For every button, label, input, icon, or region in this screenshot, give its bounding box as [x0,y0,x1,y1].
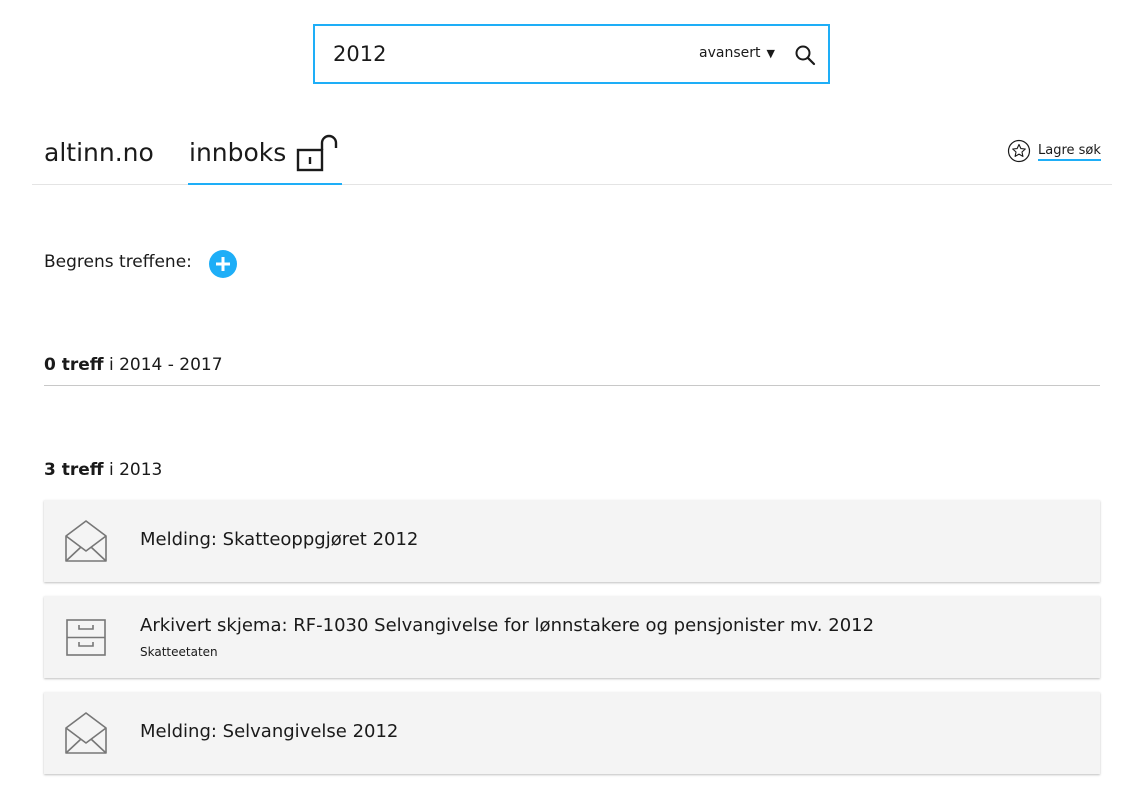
save-search-label: Lagre søk [1038,143,1101,161]
star-icon [1007,139,1031,163]
result-item[interactable]: Melding: Skatteoppgjøret 2012 [44,500,1100,582]
tab-innboks[interactable]: innboks [188,124,342,185]
advanced-search-toggle[interactable]: avansert ▼ [699,45,775,61]
archive-cabinet-icon [64,614,108,660]
result-subtitle: Skatteetaten [140,645,218,659]
caret-down-icon: ▼ [766,47,775,60]
divider [44,385,1100,386]
result-title: Melding: Selvangivelse 2012 [140,721,399,742]
result-item[interactable]: Arkivert skjema: RF-1030 Selvangivelse f… [44,596,1100,678]
unlocked-padlock-icon [296,134,340,174]
group-range: i 2014 - 2017 [103,355,223,375]
result-item[interactable]: Melding: Selvangivelse 2012 [44,692,1100,774]
tab-altinn-label: altinn.no [44,138,154,167]
envelope-open-icon [64,710,108,756]
plus-circle-icon[interactable] [209,250,237,278]
result-title: Melding: Skatteoppgjøret 2012 [140,529,419,550]
advanced-label: avansert [699,45,761,61]
result-group-header: 0 treff i 2014 - 2017 [44,355,223,375]
group-range: i 2013 [103,460,163,480]
tab-innboks-label: innboks [189,138,287,167]
tab-bar: altinn.no innboks Lagre søk [32,124,1112,185]
envelope-open-icon [64,518,108,564]
group-count: 3 treff [44,460,104,480]
filter-label: Begrens treffene: [44,252,192,272]
group-count: 0 treff [44,355,104,375]
tab-altinn[interactable]: altinn.no [44,124,164,184]
search-box[interactable]: avansert ▼ [313,24,830,84]
result-title: Arkivert skjema: RF-1030 Selvangivelse f… [140,615,875,636]
search-input[interactable] [333,39,673,69]
search-icon[interactable] [793,43,817,67]
result-group-header: 3 treff i 2013 [44,460,162,480]
